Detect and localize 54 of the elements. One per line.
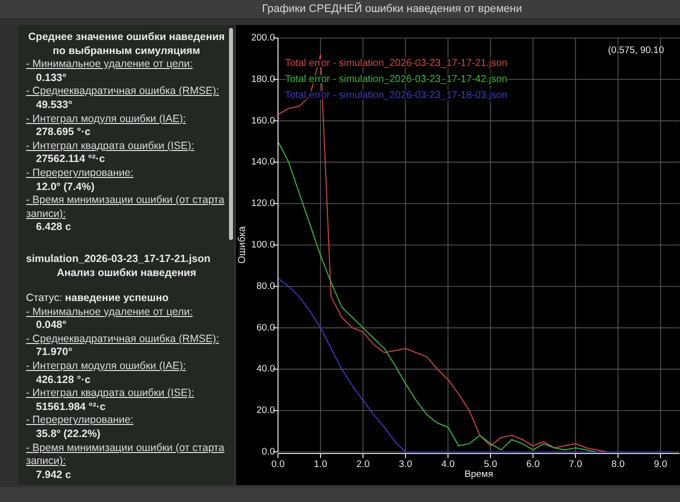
metric-value: 7.942 c	[35, 468, 72, 482]
metric-value: 426.128 °·c	[35, 374, 92, 388]
section-title: Среднее значение ошибки наведения по выбранным симуляциям	[27, 31, 226, 58]
y-tick-label: 60.0	[256, 322, 275, 334]
metric-label: - Интеграл квадрата ошибки (ISE):	[26, 387, 196, 401]
metric-label: - Интеграл модуля ошибки (IAE):	[26, 112, 187, 126]
metric-label: - Интеграл модуля ошибки (IAE):	[26, 360, 187, 374]
metric-label: - Среднеквадратичная ошибка (RMSE):	[26, 85, 220, 99]
x-tick-label: 7.0	[568, 459, 582, 470]
metric-label: - Среднеквадратичная ошибка (RMSE):	[26, 332, 220, 346]
chart-title: Графики СРЕДНЕЙ ошибки наведения от времени	[262, 3, 522, 15]
metric-value: 0.048°	[35, 319, 68, 333]
metric-label: - Время минимизации ошибки (от старта записи):	[26, 442, 226, 469]
scrollbar[interactable]	[229, 28, 233, 240]
x-tick-label: 0.0	[271, 459, 285, 470]
y-tick-label: 80.0	[256, 280, 275, 292]
x-axis-label: Время	[464, 469, 494, 480]
metric-value: 6.428 c	[35, 221, 72, 235]
metric-value: 35.8° (22.2%)	[35, 428, 102, 442]
metric-value: 71.970°	[35, 346, 74, 360]
metric-label: - Интеграл квадрата ошибки (ISE):	[26, 140, 196, 154]
x-tick-label: 6.0	[526, 459, 540, 470]
metric-label: - Перерегулирование:	[26, 166, 134, 181]
metric-label: - Минимальное удаление от цели:	[26, 58, 194, 72]
metric-value: 0.133°	[35, 72, 68, 86]
x-tick-label: 2.0	[356, 459, 370, 470]
y-tick-label: 20.0	[256, 405, 275, 416]
y-tick-label: 40.0	[256, 364, 275, 375]
x-tick-label: 8.0	[611, 459, 625, 470]
metric-label: - Минимальное удаление от цели:	[26, 306, 194, 320]
metric-label: - Перерегулирование:	[26, 414, 134, 428]
y-axis-label: Ошибка	[237, 226, 248, 264]
y-tick-label: 200.0	[251, 32, 275, 44]
metric-value: 27562.114 °²·c	[35, 153, 106, 167]
y-tick-label: 100.0	[251, 240, 275, 251]
metric-value: 12.0° (7.4%)	[35, 180, 96, 194]
x-tick-label: 1.0	[314, 459, 328, 470]
x-tick-label: 3.0	[398, 459, 412, 470]
y-tick-label: 180.0	[251, 74, 275, 85]
x-tick-label: 5.0	[484, 459, 498, 470]
y-tick-label: 0.0	[262, 446, 275, 458]
cursor-coordinates: (0.575, 90.10	[608, 45, 664, 56]
status-line: Статус: наведение успешно	[26, 292, 170, 306]
metric-value: 278.695 °·c	[35, 126, 92, 140]
y-tick-label: 160.0	[251, 115, 275, 126]
section-title: Анализ ошибки наведения	[56, 266, 198, 280]
x-tick-label: 9.0	[654, 459, 668, 470]
metric-label: - Время минимизации ошибки (от старта записи):	[26, 194, 226, 222]
metric-value: 51561.984 °²·c	[35, 400, 107, 414]
metric-value: 49.533°	[35, 98, 74, 113]
y-tick-label: 140.0	[251, 156, 275, 168]
x-tick-label: 4.0	[441, 459, 455, 470]
file-name: simulation_2026-03-23_17-17-21.json	[26, 252, 212, 266]
y-tick-label: 120.0	[251, 198, 275, 210]
